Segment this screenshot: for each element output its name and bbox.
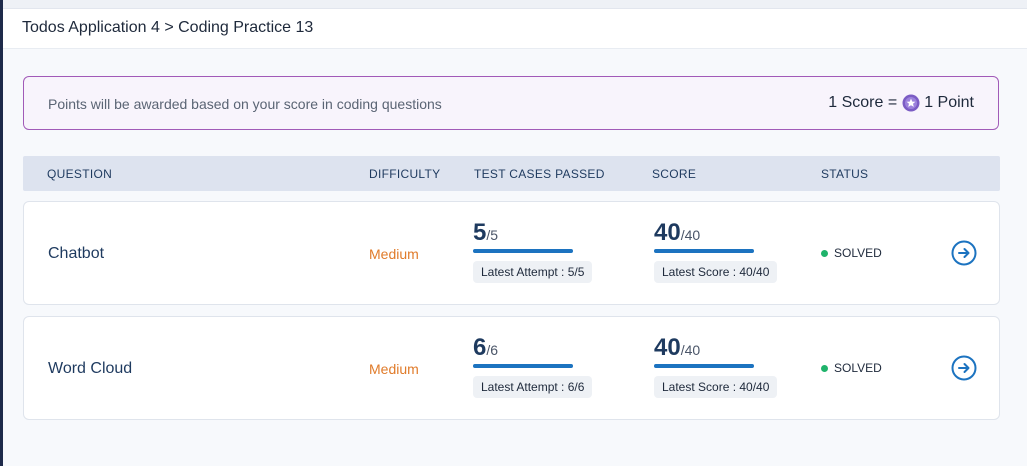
tests-passed-value: 5 [473,219,487,246]
score-metric: 40/40 Latest Score : 40/40 [654,219,778,283]
tests-progress-fill [473,249,573,253]
status-badge: SOLVED [821,361,882,375]
star-coin-icon [902,94,920,112]
latest-score-chip: Latest Score : 40/40 [654,261,778,283]
question-row-chatbot[interactable]: Chatbot Medium 5/5 Latest Attempt : 5/5 … [23,201,1000,305]
arrow-right-circle-icon[interactable] [951,355,977,381]
status-badge: SOLVED [821,246,882,260]
test-cases-metric: 5/5 Latest Attempt : 5/5 [473,219,593,283]
score-progress-fill [654,364,754,368]
latest-score-chip: Latest Score : 40/40 [654,376,778,398]
breadcrumb: Todos Application 4 > Coding Practice 13 [22,19,314,36]
header-question: QUESTION [47,167,113,181]
score-metric: 40/40 Latest Score : 40/40 [654,334,778,398]
status-label: SOLVED [834,361,882,375]
question-name: Word Cloud [48,360,133,377]
latest-attempt-chip: Latest Attempt : 5/5 [473,261,593,283]
score-progress-bar [654,364,754,368]
tests-total: /6 [486,342,499,358]
latest-attempt-chip: Latest Attempt : 6/6 [473,376,593,398]
score-value: 40 [654,219,681,246]
tests-total: /5 [486,227,499,243]
tests-progress-bar [473,364,573,368]
points-conversion-rate: 1 Score = 1 Point [828,94,974,112]
score-progress-fill [654,249,754,253]
difficulty-label: Medium [369,361,419,377]
header-score: SCORE [652,167,697,181]
question-row-word-cloud[interactable]: Word Cloud Medium 6/6 Latest Attempt : 6… [23,316,1000,420]
point-label: 1 Point [924,94,974,111]
solved-dot-icon [821,249,828,257]
tests-progress-fill [473,364,573,368]
table-header: QUESTION DIFFICULTY TEST CASES PASSED SC… [23,156,1000,191]
header-difficulty: DIFFICULTY [369,167,441,181]
window-top-border [0,0,1027,9]
score-total: /40 [680,342,701,358]
tests-passed-value: 6 [473,334,487,361]
points-info-banner: Points will be awarded based on your sco… [23,76,999,130]
score-label: 1 Score = [828,94,898,111]
header-test-cases-passed: TEST CASES PASSED [474,167,605,181]
arrow-right-circle-icon[interactable] [951,240,977,266]
score-value: 40 [654,334,681,361]
header-status: STATUS [821,167,869,181]
breadcrumb-bar: Todos Application 4 > Coding Practice 13 [3,9,1027,49]
solved-dot-icon [821,364,828,372]
points-info-text: Points will be awarded based on your sco… [48,96,442,112]
difficulty-label: Medium [369,246,419,262]
status-label: SOLVED [834,246,882,260]
tests-progress-bar [473,249,573,253]
question-name: Chatbot [48,245,105,262]
score-progress-bar [654,249,754,253]
score-total: /40 [680,227,701,243]
test-cases-metric: 6/6 Latest Attempt : 6/6 [473,334,593,398]
left-sidebar-edge [0,0,3,466]
